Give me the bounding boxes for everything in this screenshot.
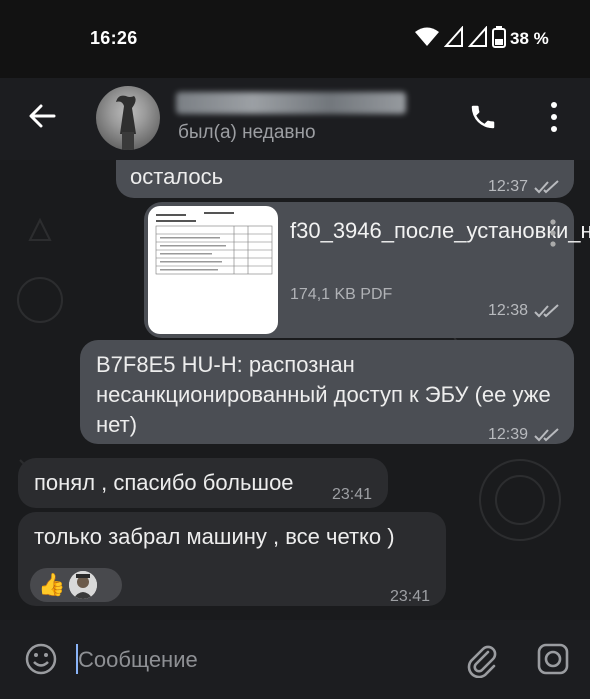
file-options-icon[interactable] [548,218,558,248]
emoji-icon[interactable] [24,642,58,676]
message-time: 12:38 [487,302,528,319]
contact-name-blurred[interactable] [176,92,406,114]
last-seen-status: был(а) недавно [178,122,316,143]
more-options-icon[interactable] [548,100,560,134]
system-icons [414,26,506,48]
composer-bar [0,620,590,699]
file-name: f30_3946_после_установки_нбт_снял_о... [290,218,590,243]
message-meta: 12:39 [488,420,560,450]
attach-paperclip-icon[interactable] [464,642,500,678]
message-text: только забрал машину , все четко ) [34,524,395,549]
file-size: 174,1 KB PDF [290,286,393,303]
outgoing-file-message[interactable]: f30_3946_после_установки_нбт_снял_о... 1… [144,202,590,338]
wifi-icon [415,27,439,46]
battery-icon [492,26,506,48]
message-meta: 12:38 [488,296,560,326]
chat-header: был(а) недавно [0,78,590,160]
incoming-message[interactable]: понял , спасибо большое 23:41 [18,458,388,508]
outgoing-message[interactable]: B7F8E5 HU-H: распознан несанкционированн… [80,340,574,444]
signal-icon [444,26,463,47]
message-text: понял , спасибо большое [34,470,294,495]
incoming-message[interactable]: только забрал машину , все четко ) 👍 23:… [18,512,446,606]
message-meta: 23:41 [332,480,372,510]
contact-avatar[interactable] [96,86,160,150]
pdf-preview-image [155,212,273,275]
avatar-statue-image [116,95,136,150]
reactor-avatar [69,571,98,599]
thumbs-up-icon: 👍 [38,572,66,597]
camera-icon[interactable] [536,642,570,676]
message-time: 12:39 [487,426,528,443]
signal-icon-2 [468,26,487,47]
phone-call-icon[interactable] [468,102,498,132]
status-bar: 16:26 38 % [0,0,590,78]
read-checkmarks-icon [534,180,559,194]
battery-percent: 38 % [510,29,549,48]
read-checkmarks-icon [534,304,559,318]
pdf-thumbnail[interactable] [148,206,278,334]
message-meta: 12:37 [488,172,560,202]
read-checkmarks-icon [534,428,559,442]
message-time: 12:37 [487,178,528,195]
status-time: 16:26 [90,28,138,48]
message-text: осталось [130,164,224,189]
message-list[interactable]: осталось 12:37 f30_3946_после_установки_… [0,160,590,620]
message-meta: 23:41 [390,582,430,612]
message-time: 23:41 [389,588,430,605]
reactor-avatar-image [69,571,98,599]
message-input[interactable] [76,640,450,680]
message-time: 23:41 [331,486,372,503]
message-reactions[interactable]: 👍 [30,568,122,602]
back-arrow-icon[interactable] [26,100,58,132]
outgoing-message[interactable]: осталось 12:37 [116,160,574,198]
